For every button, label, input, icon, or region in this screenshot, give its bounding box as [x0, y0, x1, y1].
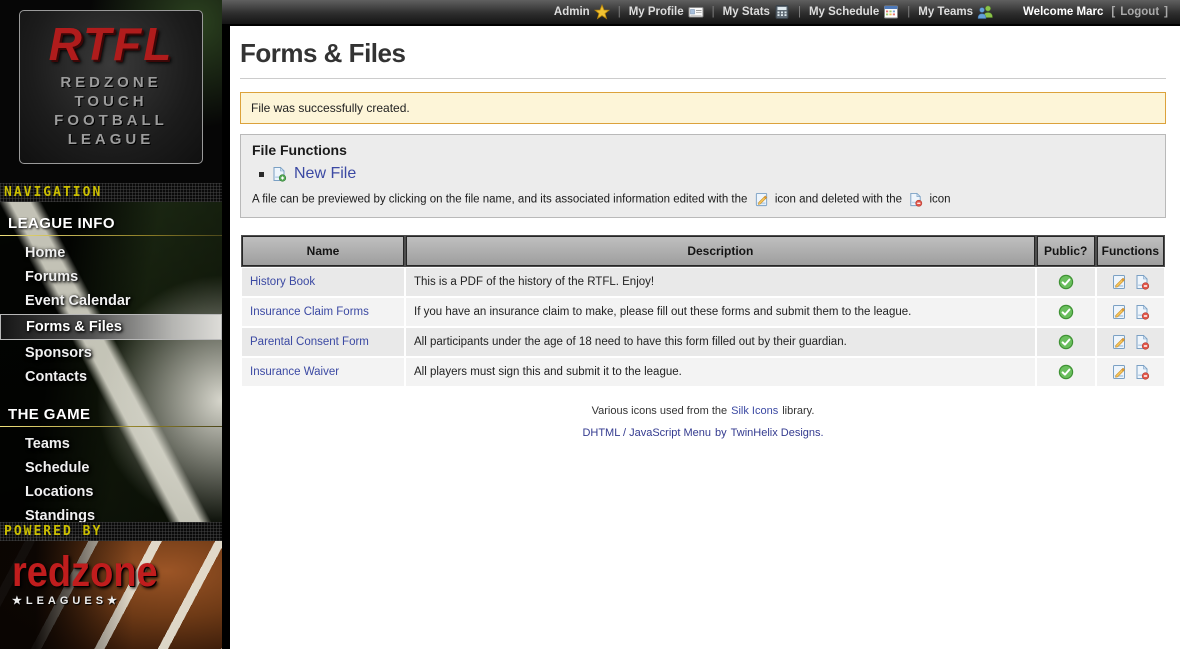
- column-header-name: Name: [242, 236, 404, 266]
- file-name-link[interactable]: Insurance Waiver: [250, 366, 339, 378]
- column-header-public: Public?: [1037, 236, 1095, 266]
- delete-icon: [908, 192, 923, 207]
- table-row: Parental Consent Form All participants u…: [242, 328, 1164, 356]
- new-file-icon[interactable]: [271, 166, 287, 182]
- sidebar-item-event-calendar[interactable]: Event Calendar: [0, 289, 222, 313]
- file-functions-help: A file can be previewed by clicking on t…: [252, 192, 1154, 207]
- calendar-icon: [883, 4, 899, 20]
- public-check-icon: [1058, 304, 1074, 320]
- footer-credits-icons: Various icons used from theSilk Iconslib…: [240, 405, 1166, 417]
- powered-by-logo-area: redzone ★LEAGUES★: [0, 541, 222, 649]
- topbar-item-my-stats[interactable]: My Stats: [723, 4, 790, 20]
- topbar-item-my-teams[interactable]: My Teams: [918, 4, 993, 20]
- delete-file-icon[interactable]: [1134, 304, 1150, 320]
- league-info-list: Home Forums Event Calendar Forms & Files…: [0, 241, 222, 389]
- new-file-link[interactable]: New File: [294, 165, 356, 183]
- topbar-separator: |: [798, 6, 801, 18]
- section-title-league-info: LEAGUE INFO: [0, 202, 222, 235]
- list-bullet: [259, 172, 264, 177]
- edit-file-icon[interactable]: [1111, 334, 1127, 350]
- sidebar-item-schedule[interactable]: Schedule: [0, 456, 222, 480]
- page-footer: Various icons used from theSilk Iconslib…: [240, 405, 1166, 439]
- sidebar-item-forms-files[interactable]: Forms & Files: [0, 314, 222, 340]
- public-check-icon: [1058, 334, 1074, 350]
- files-table: Name Description Public? Functions Histo…: [240, 234, 1166, 388]
- dhtml-menu-link[interactable]: DHTML / JavaScript Menu: [582, 427, 711, 439]
- column-header-functions: Functions: [1097, 236, 1164, 266]
- twinhelix-link[interactable]: TwinHelix Designs.: [731, 427, 824, 439]
- logout-button[interactable]: [ Logout ]: [1111, 6, 1168, 18]
- redzone-leagues-logo[interactable]: redzone ★LEAGUES★: [12, 549, 158, 607]
- file-description: This is a PDF of the history of the RTFL…: [406, 268, 1035, 296]
- public-check-icon: [1058, 274, 1074, 290]
- topbar-separator: |: [712, 6, 715, 18]
- navigation-ticker: NAVIGATION: [0, 183, 222, 202]
- topbar-item-my-profile[interactable]: My Profile: [629, 4, 704, 20]
- vcard-icon: [688, 4, 704, 20]
- file-description: All participants under the age of 18 nee…: [406, 328, 1035, 356]
- sidebar-nav: LEAGUE INFO Home Forums Event Calendar F…: [0, 202, 222, 522]
- delete-file-icon[interactable]: [1134, 274, 1150, 290]
- section-rule: [0, 426, 222, 427]
- delete-file-icon[interactable]: [1134, 334, 1150, 350]
- group-icon: [977, 4, 993, 20]
- star-icon: [594, 4, 610, 20]
- table-row: History Book This is a PDF of the histor…: [242, 268, 1164, 296]
- topbar-item-admin[interactable]: Admin: [554, 4, 610, 20]
- section-rule: [0, 235, 222, 236]
- topbar-separator: |: [907, 6, 910, 18]
- file-description: All players must sign this and submit it…: [406, 358, 1035, 386]
- file-functions-title: File Functions: [252, 142, 1154, 158]
- calculator-icon: [774, 4, 790, 20]
- main-content: Forms & Files File was successfully crea…: [230, 26, 1180, 649]
- public-check-icon: [1058, 364, 1074, 380]
- edit-file-icon[interactable]: [1111, 304, 1127, 320]
- sidebar: RTFL REDZONE TOUCH FOOTBALL LEAGUE NAVIG…: [0, 0, 222, 649]
- new-file-row: New File: [259, 165, 1154, 183]
- table-row: Insurance Waiver All players must sign t…: [242, 358, 1164, 386]
- delete-file-icon[interactable]: [1134, 364, 1150, 380]
- file-description: If you have an insurance claim to make, …: [406, 298, 1035, 326]
- column-header-description: Description: [406, 236, 1035, 266]
- footer-credits-menu: DHTML / JavaScript MenubyTwinHelix Desig…: [240, 427, 1166, 439]
- edit-file-icon[interactable]: [1111, 274, 1127, 290]
- file-name-link[interactable]: Parental Consent Form: [250, 336, 369, 348]
- topbar: Admin | My Profile | My Stats | My Sched…: [222, 0, 1180, 25]
- sidebar-item-teams[interactable]: Teams: [0, 432, 222, 456]
- powered-by-ticker: POWERED BY: [0, 522, 222, 541]
- welcome-text: Welcome Marc: [1023, 6, 1103, 18]
- sidebar-item-forums[interactable]: Forums: [0, 265, 222, 289]
- page-title: Forms & Files: [240, 38, 1166, 79]
- league-name: REDZONE TOUCH FOOTBALL LEAGUE: [20, 73, 202, 149]
- file-functions-panel: File Functions New File A file can be pr…: [240, 134, 1166, 218]
- table-row: Insurance Claim Forms If you have an ins…: [242, 298, 1164, 326]
- sidebar-item-locations[interactable]: Locations: [0, 480, 222, 504]
- sidebar-item-sponsors[interactable]: Sponsors: [0, 341, 222, 365]
- league-acronym: RTFL: [20, 17, 202, 71]
- file-name-link[interactable]: History Book: [250, 276, 315, 288]
- league-logo: RTFL REDZONE TOUCH FOOTBALL LEAGUE: [19, 10, 203, 164]
- flash-message: File was successfully created.: [240, 92, 1166, 124]
- sidebar-item-home[interactable]: Home: [0, 241, 222, 265]
- topbar-item-my-schedule[interactable]: My Schedule: [809, 4, 899, 20]
- sidebar-item-contacts[interactable]: Contacts: [0, 365, 222, 389]
- topbar-separator: |: [618, 6, 621, 18]
- file-name-link[interactable]: Insurance Claim Forms: [250, 306, 369, 318]
- edit-file-icon[interactable]: [1111, 364, 1127, 380]
- section-title-the-game: THE GAME: [0, 393, 222, 426]
- rtfl-app: RTFL REDZONE TOUCH FOOTBALL LEAGUE NAVIG…: [0, 0, 1180, 649]
- edit-icon: [754, 192, 769, 207]
- table-header-row: Name Description Public? Functions: [242, 236, 1164, 266]
- league-logo-area: RTFL REDZONE TOUCH FOOTBALL LEAGUE: [0, 0, 222, 183]
- silk-icons-link[interactable]: Silk Icons: [731, 405, 778, 417]
